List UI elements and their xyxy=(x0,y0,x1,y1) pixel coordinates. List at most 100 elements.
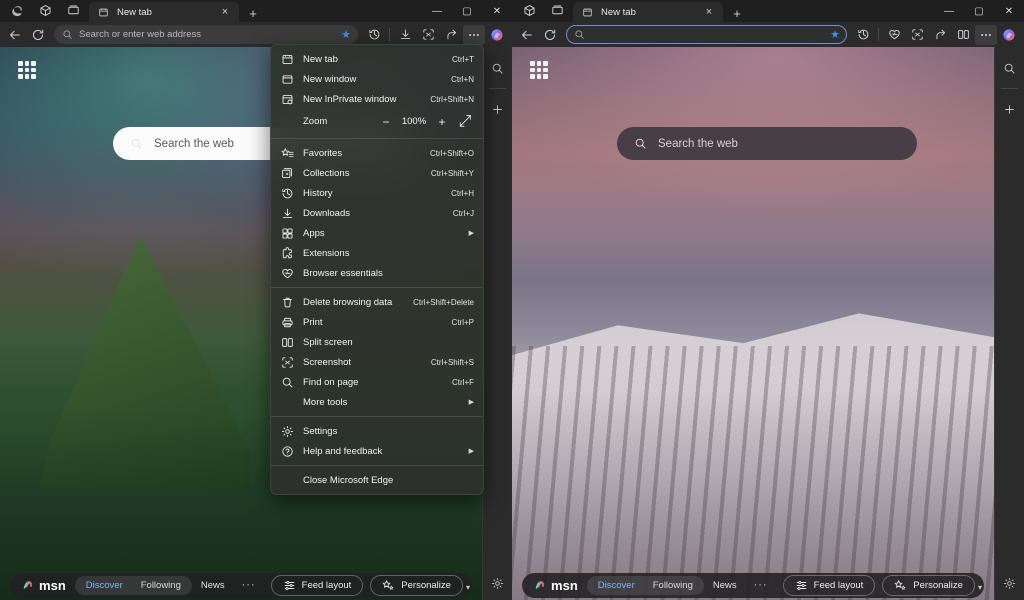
close-window-button[interactable]: ✕ xyxy=(994,0,1024,22)
menu-item-print[interactable]: Print Ctrl+P xyxy=(271,312,483,332)
cube-icon[interactable] xyxy=(32,1,58,21)
msn-news-link[interactable]: News xyxy=(192,578,234,593)
toolbar-screenshot-icon[interactable] xyxy=(417,25,439,45)
toolbar-settings-and-more-icon[interactable] xyxy=(975,25,997,45)
chevron-right-icon: ▶ xyxy=(469,398,474,406)
menu-item-split-screen[interactable]: Split screen xyxy=(271,332,483,352)
menu-item-help-and-feedback[interactable]: Help and feedback ▶ xyxy=(271,441,483,461)
menu-item-close-microsoft-edge[interactable]: Close Microsoft Edge xyxy=(271,470,483,490)
omnibox-search-icon xyxy=(62,29,73,40)
refresh-button[interactable] xyxy=(539,25,561,45)
menu-item-extensions[interactable]: Extensions xyxy=(271,243,483,263)
new-tab-button[interactable]: + xyxy=(245,5,261,21)
browser-tab[interactable]: New tab × xyxy=(573,2,723,22)
tab-close-button[interactable]: × xyxy=(701,4,717,20)
toolbar-browser-essentials-icon[interactable] xyxy=(883,25,905,45)
msn-tab-following[interactable]: Following xyxy=(132,578,190,593)
web-search-placeholder: Search the web xyxy=(154,138,234,150)
sidebar-settings-gear-icon[interactable] xyxy=(487,572,509,594)
toolbar-settings-and-more-icon[interactable] xyxy=(463,25,485,45)
refresh-button[interactable] xyxy=(27,25,49,45)
titlebar-leading-icons xyxy=(4,0,86,22)
toolbar-copilot-icon[interactable] xyxy=(486,25,508,45)
menu-item-browser-essentials[interactable]: Browser essentials xyxy=(271,263,483,283)
toolbar-split-screen-icon[interactable] xyxy=(952,25,974,45)
zoom-in-button[interactable]: + xyxy=(431,112,453,131)
menu-item-new-window[interactable]: New window Ctrl+N xyxy=(271,69,483,89)
tab-actions-icon[interactable] xyxy=(544,1,570,21)
menu-item-new-inprivate-window[interactable]: New InPrivate window Ctrl+Shift+N xyxy=(271,89,483,109)
menu-item-history[interactable]: History Ctrl+H xyxy=(271,183,483,203)
msn-logo[interactable]: msn xyxy=(19,578,75,593)
address-bar[interactable]: ★ xyxy=(566,25,847,44)
msn-tab-discover[interactable]: Discover xyxy=(77,578,132,593)
toolbar-share-icon[interactable] xyxy=(929,25,951,45)
sidebar-settings-gear-icon[interactable] xyxy=(999,572,1021,594)
menu-item-apps[interactable]: Apps ▶ xyxy=(271,223,483,243)
menu-item-downloads[interactable]: Downloads Ctrl+J xyxy=(271,203,483,223)
close-window-button[interactable]: ✕ xyxy=(482,0,512,22)
back-button[interactable] xyxy=(4,25,26,45)
toolbar-history-icon[interactable] xyxy=(852,25,874,45)
fullscreen-button[interactable]: ⤢ xyxy=(453,112,477,131)
minimize-button[interactable]: — xyxy=(934,0,964,22)
toolbar-share-icon[interactable] xyxy=(440,25,462,45)
msn-more-icon[interactable]: ··· xyxy=(234,579,264,591)
sidebar-search-icon[interactable] xyxy=(999,57,1021,79)
tab-favicon-icon xyxy=(97,6,110,19)
menu-item-label: History xyxy=(303,188,442,199)
feed-layout-button[interactable]: Feed layout xyxy=(783,575,876,596)
menu-item-delete-browsing-data[interactable]: Delete browsing data Ctrl+Shift+Delete xyxy=(271,292,483,312)
app-grid-icon[interactable] xyxy=(18,61,36,79)
toolbar-downloads-icon[interactable] xyxy=(394,25,416,45)
favorite-star-icon[interactable]: ★ xyxy=(830,28,840,41)
browser-window-left: New tab × + — ▢ ✕ Search or enter web ad… xyxy=(0,0,512,600)
menu-item-collections[interactable]: Collections Ctrl+Shift+Y xyxy=(271,163,483,183)
zoom-label: Zoom xyxy=(303,116,375,127)
menu-item-label: Find on page xyxy=(303,377,443,388)
tab-close-button[interactable]: × xyxy=(217,4,233,20)
browser-tab[interactable]: New tab × xyxy=(89,2,239,22)
app-grid-icon[interactable] xyxy=(530,61,548,79)
msn-tab-following[interactable]: Following xyxy=(644,578,702,593)
sidebar-search-icon[interactable] xyxy=(487,57,509,79)
menu-item-settings[interactable]: Settings xyxy=(271,421,483,441)
msn-tab-discover[interactable]: Discover xyxy=(589,578,644,593)
toolbar-history-icon[interactable] xyxy=(363,25,385,45)
sidebar-add-icon[interactable] xyxy=(999,98,1021,120)
msn-logo[interactable]: msn xyxy=(531,578,587,593)
find-icon xyxy=(281,376,294,389)
tab-actions-icon[interactable] xyxy=(60,1,86,21)
back-button[interactable] xyxy=(516,25,538,45)
personalize-button[interactable]: Personalize xyxy=(882,575,975,596)
menu-item-favorites[interactable]: Favorites Ctrl+Shift+O xyxy=(271,143,483,163)
toolbar-screenshot-icon[interactable] xyxy=(906,25,928,45)
maximize-button[interactable]: ▢ xyxy=(452,0,482,22)
menu-item-screenshot[interactable]: Screenshot Ctrl+Shift+S xyxy=(271,352,483,372)
personalize-button[interactable]: Personalize xyxy=(370,575,463,596)
omnibox-search-icon xyxy=(574,29,585,40)
sidebar-add-icon[interactable] xyxy=(487,98,509,120)
msn-news-link[interactable]: News xyxy=(704,578,746,593)
minimize-button[interactable]: — xyxy=(422,0,452,22)
menu-item-more-tools[interactable]: More tools ▶ xyxy=(271,392,483,412)
feed-layout-button[interactable]: Feed layout xyxy=(271,575,364,596)
maximize-button[interactable]: ▢ xyxy=(964,0,994,22)
scroll-down-indicator[interactable]: ▾ xyxy=(978,583,982,592)
favorite-star-icon[interactable]: ★ xyxy=(341,28,351,41)
toolbar-copilot-icon[interactable] xyxy=(998,25,1020,45)
feed-layout-label: Feed layout xyxy=(814,580,864,591)
menu-item-shortcut: Ctrl+Shift+N xyxy=(430,95,474,104)
address-bar[interactable]: Search or enter web address ★ xyxy=(54,25,358,44)
menu-item-new-tab[interactable]: New tab Ctrl+T xyxy=(271,49,483,69)
menu-item-find-on-page[interactable]: Find on page Ctrl+F xyxy=(271,372,483,392)
zoom-value: 100% xyxy=(397,116,431,127)
scroll-down-indicator[interactable]: ▾ xyxy=(466,583,470,592)
zoom-out-button[interactable]: − xyxy=(375,112,397,131)
new-tab-button[interactable]: + xyxy=(729,5,745,21)
cube-icon[interactable] xyxy=(516,1,542,21)
inprivate-icon xyxy=(281,93,294,106)
apps-icon xyxy=(281,227,294,240)
web-search-box[interactable]: Search the web xyxy=(617,127,917,160)
msn-more-icon[interactable]: ··· xyxy=(746,579,776,591)
